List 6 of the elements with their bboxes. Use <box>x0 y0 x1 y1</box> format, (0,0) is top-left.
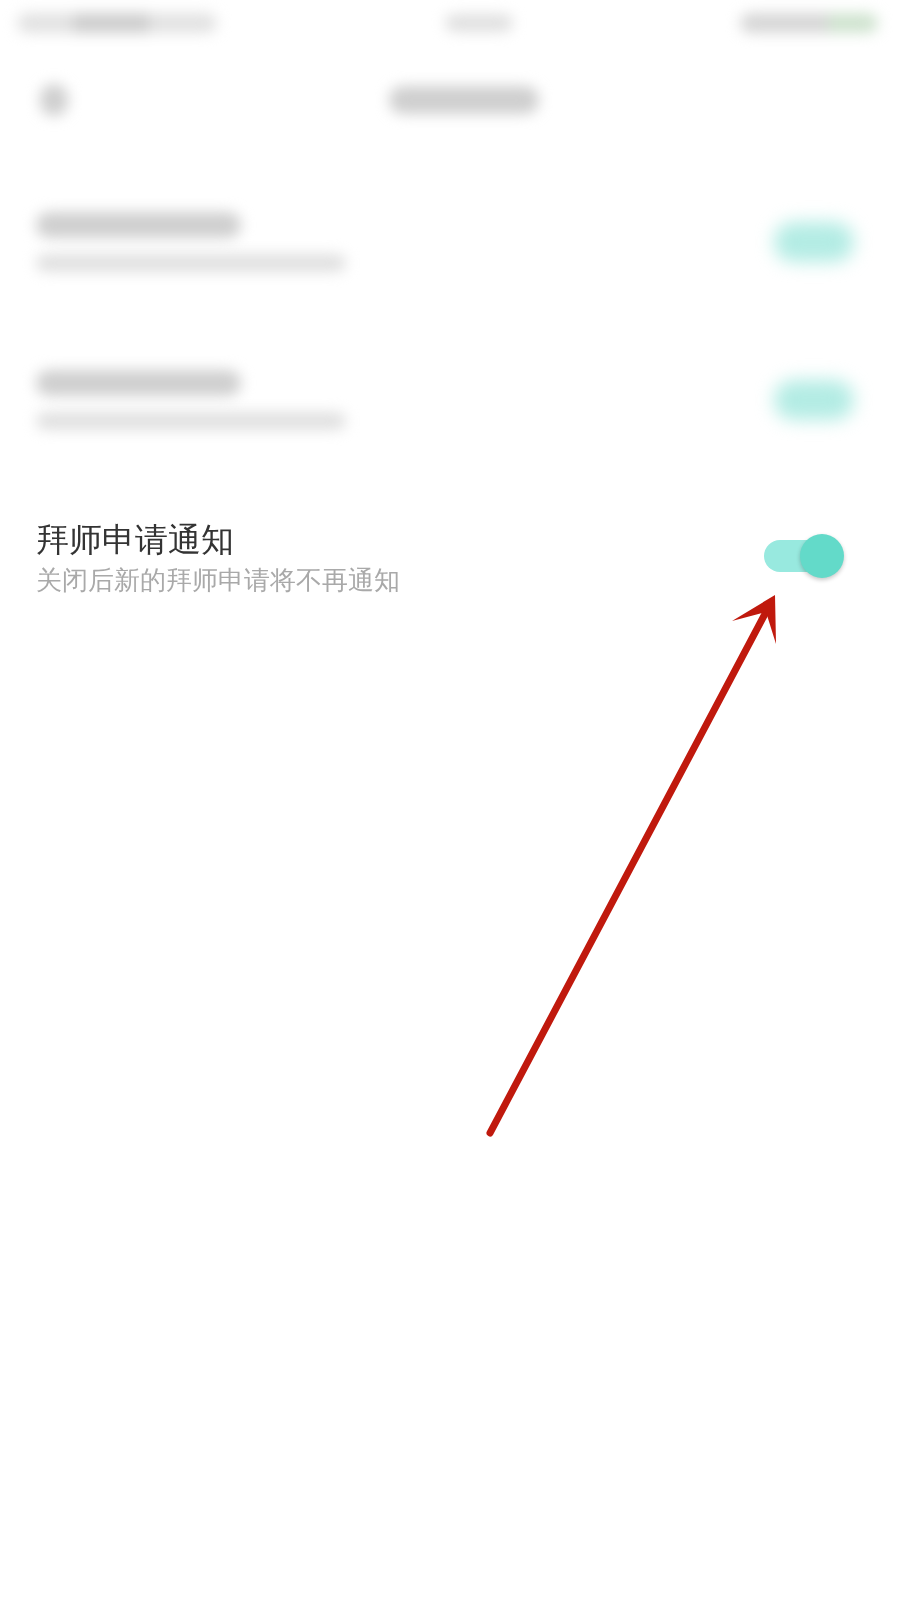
blurred-toggle[interactable] <box>774 222 854 262</box>
setting-description: 关闭后新的拜师申请将不再通知 <box>36 564 400 597</box>
setting-title: 拜师申请通知 <box>36 519 235 561</box>
blurred-toggle[interactable] <box>774 380 854 420</box>
blurred-icon <box>40 83 68 116</box>
toggle-switch[interactable] <box>764 534 844 578</box>
